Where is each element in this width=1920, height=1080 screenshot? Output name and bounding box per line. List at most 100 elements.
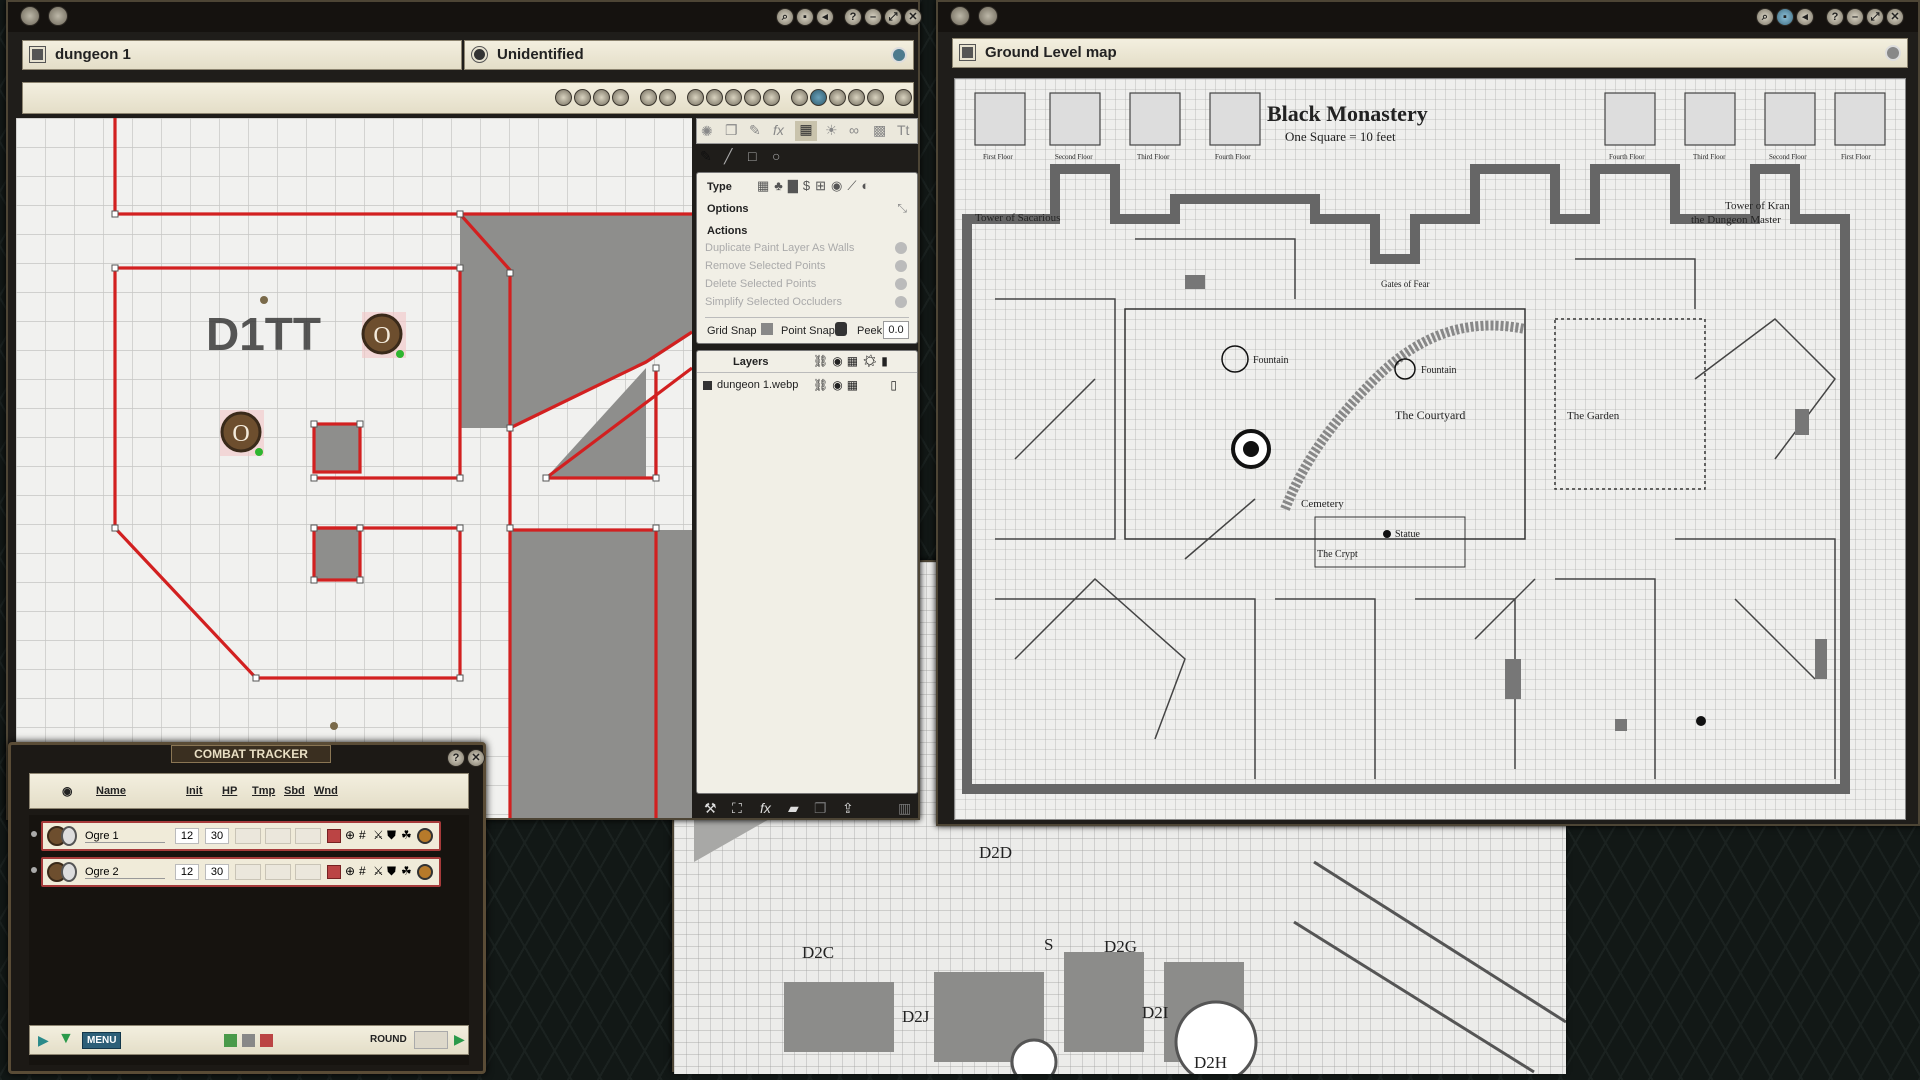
share-icon[interactable]: ◂: [1796, 8, 1814, 26]
active-icon[interactable]: [417, 864, 433, 880]
layer-visible-icon[interactable]: ◉: [832, 378, 846, 392]
friend-filter-icon[interactable]: [224, 1034, 237, 1047]
action-duplicate-paint-layer[interactable]: Duplicate Paint Layer As Walls: [697, 239, 917, 257]
minimize-icon[interactable]: –: [864, 8, 882, 26]
fog-icon[interactable]: [706, 89, 723, 106]
target-icon[interactable]: [612, 89, 629, 106]
layer-link-icon[interactable]: ⛓: [813, 378, 832, 392]
wall-type-icon[interactable]: ▦: [757, 178, 774, 193]
ground-level-map-window[interactable]: ⌕ ▪ ◂ ? – ⤢ ✕ Ground Level map Black Mon…: [936, 0, 1920, 826]
resize-icon[interactable]: ⤢: [884, 8, 902, 26]
door-type-icon[interactable]: ⊞: [815, 178, 831, 193]
window-menu-icon[interactable]: [20, 6, 40, 26]
row-expand-icon[interactable]: [31, 867, 37, 873]
occluder-layer-icon[interactable]: ▦: [847, 354, 862, 368]
foe-filter-icon[interactable]: [260, 1034, 273, 1047]
map-pin-icon[interactable]: [330, 722, 338, 730]
layer-row[interactable]: dungeon 1.webp ⛓◉▦ ▯: [701, 377, 913, 395]
map-pin-icon[interactable]: [260, 296, 268, 304]
search-icon[interactable]: ⌕: [1756, 8, 1774, 26]
targeting-icon[interactable]: ⊕: [345, 864, 355, 878]
identity-bar[interactable]: Unidentified: [464, 40, 914, 70]
visible-icon[interactable]: ◉: [832, 354, 846, 368]
combat-tracker-title[interactable]: COMBAT TRACKER: [171, 745, 331, 763]
defense-icon[interactable]: ⛊: [387, 864, 396, 879]
stairs-type-icon[interactable]: ⟋: [847, 178, 861, 193]
vision-icon[interactable]: [829, 89, 846, 106]
row-expand-icon[interactable]: [31, 831, 37, 837]
window-titlebar[interactable]: ⌕ ▪ ◂ ? – ⤢ ✕: [8, 2, 922, 32]
minimize-icon[interactable]: –: [1846, 8, 1864, 26]
window-titlebar[interactable]: ⌕ ▪ ◂ ? – ⤢ ✕: [938, 2, 1918, 32]
brush-icon[interactable]: ✎: [749, 122, 761, 139]
draw-icon[interactable]: [640, 89, 657, 106]
faction-filter-icon[interactable]: ▼: [58, 1030, 74, 1048]
measure-icon[interactable]: [763, 89, 780, 106]
window-menu-icon[interactable]: [950, 6, 970, 26]
round-field[interactable]: [414, 1031, 448, 1049]
grid-snap-toggle[interactable]: [761, 323, 773, 335]
wnd-field[interactable]: [295, 864, 321, 880]
hp-field[interactable]: 30: [205, 828, 229, 844]
layer-name[interactable]: dungeon 1.webp: [717, 379, 798, 391]
tmp-field[interactable]: [235, 828, 261, 844]
new-paint-icon[interactable]: ⚒: [704, 800, 717, 817]
hp-field[interactable]: 30: [205, 864, 229, 880]
combatant-name-field[interactable]: Ogre 1: [85, 830, 165, 843]
circle-icon[interactable]: ○: [772, 148, 780, 164]
help-icon[interactable]: ?: [844, 8, 862, 26]
lock-icon[interactable]: ▪: [796, 8, 814, 26]
init-field[interactable]: 12: [175, 864, 199, 880]
dropdown-icon[interactable]: [891, 47, 907, 63]
party-icon[interactable]: [848, 89, 865, 106]
identity-icon[interactable]: [471, 46, 488, 63]
identity-field[interactable]: Unidentified: [497, 46, 584, 63]
wnd-field[interactable]: [295, 828, 321, 844]
image-name-bar[interactable]: Ground Level map: [952, 38, 1908, 68]
fx-icon[interactable]: fx: [773, 122, 784, 138]
layer-collapse-icon[interactable]: [703, 381, 712, 390]
search-icon[interactable]: ⌕: [776, 8, 794, 26]
image-title[interactable]: Ground Level map: [985, 44, 1117, 61]
occluder-icon[interactable]: ▦: [795, 121, 817, 141]
combat-tracker-window[interactable]: COMBAT TRACKER ? ✕ ◉ Name Init HP Tmp Sb…: [8, 742, 486, 1074]
combat-tracker-row-1[interactable]: Ogre 1 12 30 ⊕ # ⚔ ⛊ ☘: [29, 821, 469, 851]
delete-layer-icon[interactable]: ▥: [898, 800, 911, 817]
window-type-icon[interactable]: ◉: [831, 178, 847, 193]
copy-icon[interactable]: ❐: [725, 122, 738, 139]
terrain-type-icon[interactable]: ♣: [774, 178, 788, 193]
ground-map-image[interactable]: Black Monastery One Square = 10 feet Tow…: [955, 79, 1906, 820]
column-name[interactable]: Name: [96, 785, 126, 797]
defense-icon[interactable]: ⛊: [387, 828, 396, 843]
text-icon[interactable]: Tt: [897, 122, 909, 138]
status-icon[interactable]: [327, 829, 341, 843]
rect-icon[interactable]: □: [748, 148, 756, 164]
close-icon[interactable]: ✕: [1886, 8, 1904, 26]
map-name-bar[interactable]: dungeon 1: [22, 40, 462, 70]
window-link-icon[interactable]: [48, 6, 68, 26]
action-simplify-occluders[interactable]: Simplify Selected Occluders: [697, 293, 917, 311]
link-icon[interactable]: ∞: [849, 122, 859, 138]
effects-icon[interactable]: ☘: [401, 864, 412, 878]
attack-icon[interactable]: ⚔: [373, 864, 384, 878]
combat-tracker-row-2[interactable]: Ogre 2 12 30 ⊕ # ⚔ ⛊ ☘: [29, 857, 469, 887]
share-icon[interactable]: ◂: [816, 8, 834, 26]
options-label[interactable]: Options: [707, 203, 749, 215]
new-folder-icon[interactable]: ▰: [788, 800, 799, 817]
faction-icon[interactable]: [61, 826, 77, 846]
layer-unlock-icon[interactable]: ▯: [890, 378, 897, 392]
duplicate-layer-icon[interactable]: ❐: [814, 800, 827, 817]
combatant-name-field[interactable]: Ogre 2: [85, 866, 165, 879]
column-sbd[interactable]: Sbd: [284, 785, 305, 797]
targeting-icon[interactable]: ⊕: [345, 828, 355, 842]
init-field[interactable]: 12: [175, 828, 199, 844]
cost-type-icon[interactable]: $: [803, 178, 815, 193]
new-effect-icon[interactable]: fx: [760, 800, 771, 816]
action-remove-selected-points[interactable]: Remove Selected Points: [697, 257, 917, 275]
dropdown-icon[interactable]: [1885, 45, 1901, 61]
point-snap-toggle[interactable]: [835, 322, 847, 336]
neutral-filter-icon[interactable]: [242, 1034, 255, 1047]
record-lock-icon[interactable]: [959, 44, 976, 61]
close-icon[interactable]: ✕: [467, 749, 485, 767]
share-map-icon[interactable]: [867, 89, 884, 106]
